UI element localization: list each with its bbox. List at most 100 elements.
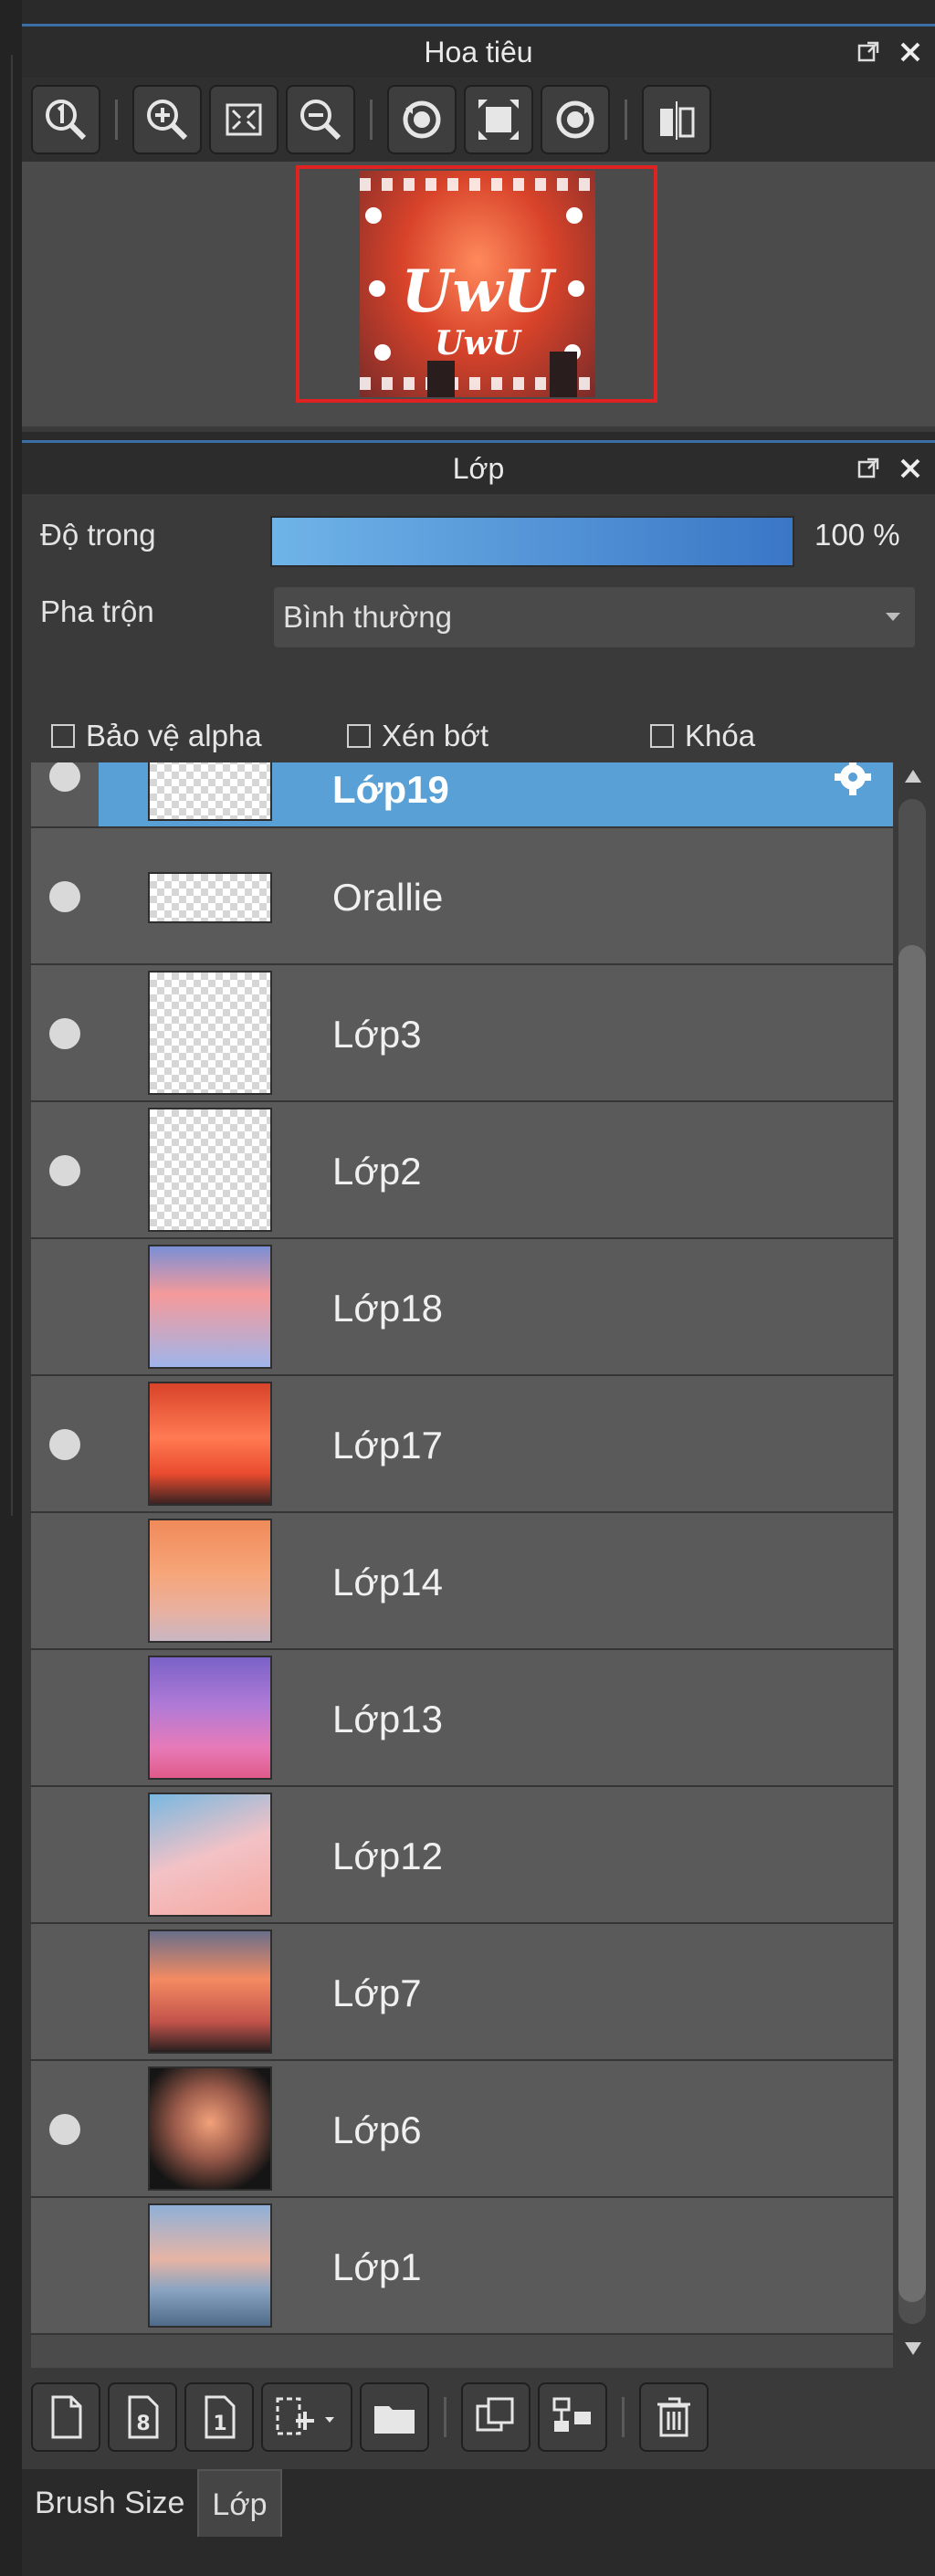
layer-panel-header: Lớp (22, 443, 935, 494)
new-8bit-layer-button[interactable]: 8 (108, 2382, 177, 2452)
duplicate-layer-button[interactable] (461, 2382, 531, 2452)
toolbar-separator (115, 100, 118, 140)
visibility-eye-icon[interactable] (49, 1155, 80, 1186)
blend-label: Pha trộn (40, 594, 154, 628)
layer-name: Lớp17 (332, 1424, 443, 1467)
layer-row[interactable]: Lớp6 (31, 2061, 893, 2198)
lock-label: Khóa (685, 719, 756, 752)
layer-thumbnail (148, 1656, 272, 1780)
new-folder-button[interactable] (360, 2382, 429, 2452)
layer-thumbnail (148, 1382, 272, 1506)
clipping-checkbox[interactable]: Xén bớt (347, 719, 489, 753)
layer-thumbnail (148, 2203, 272, 2328)
layer-thumbnail (148, 971, 272, 1095)
flip-horizontal-button[interactable] (642, 85, 711, 154)
layer-thumbnail (148, 872, 272, 923)
layer-row[interactable]: Lớp7 (31, 1924, 893, 2061)
layer-row[interactable]: Lớp13 (31, 1650, 893, 1787)
fit-screen-button[interactable] (209, 85, 278, 154)
blend-mode-value: Bình thường (283, 600, 453, 634)
navigator-header: Hoa tiêu (22, 26, 935, 78)
zoom-out-button[interactable] (286, 85, 355, 154)
toolbar-separator (370, 100, 373, 140)
layer-name: Lớp19 (332, 768, 449, 811)
layer-row[interactable]: Lớp2 (31, 1102, 893, 1239)
clipping-label: Xén bớt (382, 719, 489, 752)
viewport-frame[interactable]: UwU UwU (296, 165, 657, 403)
rotate-left-button[interactable] (387, 85, 457, 154)
scroll-up-arrow-icon[interactable] (905, 770, 921, 783)
layer-row[interactable]: Lớp17 (31, 1376, 893, 1513)
left-dock-edge (0, 0, 22, 2576)
layer-name: Lớp6 (332, 2108, 422, 2151)
toolbar-separator (622, 2397, 625, 2437)
layer-row[interactable]: Lớp14 (31, 1513, 893, 1650)
visibility-eye-icon[interactable] (49, 1018, 80, 1049)
detach-icon[interactable] (855, 455, 882, 482)
gear-icon[interactable] (820, 762, 886, 795)
opacity-slider[interactable] (270, 516, 794, 567)
layer-thumbnail (148, 1108, 272, 1232)
scroll-down-arrow-icon[interactable] (905, 2342, 921, 2355)
blend-row: Pha trộn Bình thường (22, 580, 935, 647)
layer-name: Lớp12 (332, 1835, 443, 1877)
layer-thumbnail (148, 1519, 272, 1643)
navigator-panel: Hoa tiêu UwU UwU (22, 24, 935, 432)
delete-layer-button[interactable] (639, 2382, 709, 2452)
zoom-in-button[interactable] (132, 85, 202, 154)
protect-alpha-checkbox[interactable]: Bảo vệ alpha (51, 719, 262, 753)
close-icon[interactable] (897, 455, 924, 482)
close-icon[interactable] (897, 38, 924, 66)
layer-name: Lớp18 (332, 1287, 443, 1330)
rotate-right-button[interactable] (541, 85, 610, 154)
toolbar-separator (625, 100, 627, 140)
scroll-thumb[interactable] (898, 945, 926, 2302)
navigator-preview-area[interactable]: UwU UwU (22, 162, 935, 426)
checkbox-box[interactable] (650, 724, 674, 748)
blend-mode-select[interactable]: Bình thường (274, 587, 915, 647)
toolbar-separator (444, 2397, 446, 2437)
add-layer-dropdown-button[interactable] (261, 2382, 352, 2452)
opacity-row: Độ trong 100 % (22, 503, 935, 567)
layer-name: Lớp1 (332, 2245, 422, 2288)
layer-row[interactable]: Lớp18 (31, 1239, 893, 1376)
merge-down-button[interactable] (538, 2382, 607, 2452)
checkbox-box[interactable] (347, 724, 371, 748)
visibility-eye-icon[interactable] (49, 2114, 80, 2145)
tab-brush-size[interactable]: Brush Size (22, 2469, 197, 2537)
visibility-eye-icon[interactable] (49, 762, 80, 792)
layer-actions-toolbar: 8 1 (31, 2375, 926, 2459)
visibility-eye-icon[interactable] (49, 1429, 80, 1460)
layer-list-scrollbar[interactable] (897, 762, 930, 2368)
detach-icon[interactable] (855, 38, 882, 66)
layer-row[interactable]: Lớp12 (31, 1787, 893, 1924)
new-1bit-layer-button[interactable]: 1 (184, 2382, 254, 2452)
zoom-actual-size-button[interactable] (31, 85, 100, 154)
layer-list: Lớp19 Orallie Lớp3 Lớp2 Lớp18 Lớp17 Lớp1… (31, 762, 893, 2368)
lock-checkbox[interactable]: Khóa (650, 719, 755, 753)
layer-row[interactable]: Lớp1 (31, 2198, 893, 2335)
thumbnail-text-small: UwU (435, 324, 520, 363)
svg-text:1: 1 (213, 2413, 226, 2435)
layer-row[interactable]: Orallie (31, 828, 893, 965)
visibility-eye-icon[interactable] (49, 881, 80, 912)
thumbnail-text-large: UwU (401, 258, 554, 326)
layer-thumbnail (148, 1245, 272, 1369)
new-layer-button[interactable] (31, 2382, 100, 2452)
layer-thumbnail (148, 2066, 272, 2191)
layer-thumbnail (148, 762, 272, 821)
layer-row[interactable]: Lớp3 (31, 965, 893, 1102)
layer-name: Lớp7 (332, 1971, 422, 2014)
layer-thumbnail (148, 1929, 272, 2054)
chevron-down-icon (886, 613, 900, 621)
layer-panel-title: Lớp (452, 452, 505, 485)
fullscreen-button[interactable] (464, 85, 533, 154)
layer-row[interactable]: Lớp19 (31, 762, 893, 828)
navigator-toolbar (22, 78, 935, 162)
navigator-title: Hoa tiêu (424, 36, 533, 68)
opacity-value: 100 % (814, 518, 900, 552)
layer-name: Orallie (332, 876, 444, 919)
checkbox-box[interactable] (51, 724, 75, 748)
protect-alpha-label: Bảo vệ alpha (86, 719, 262, 752)
tab-layer[interactable]: Lớp (197, 2469, 282, 2537)
